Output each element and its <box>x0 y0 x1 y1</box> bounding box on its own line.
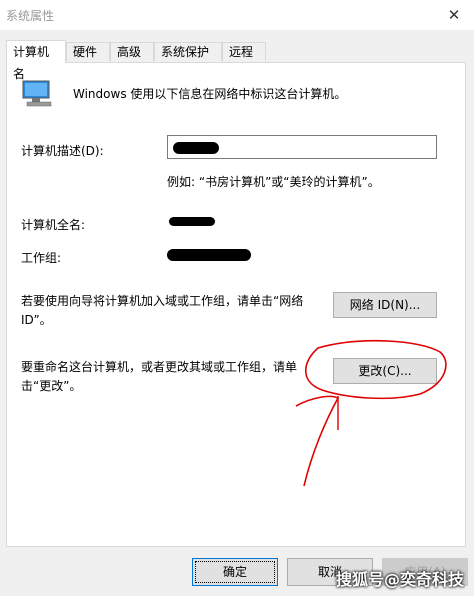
watermark: 搜狐号@奕奇科技 <box>336 570 465 589</box>
tab-computer-name[interactable]: 计算机名 <box>6 40 66 81</box>
red-circle-annotation <box>305 339 447 400</box>
annotation-overlay <box>295 339 447 487</box>
red-arrow-annotation <box>295 395 340 487</box>
